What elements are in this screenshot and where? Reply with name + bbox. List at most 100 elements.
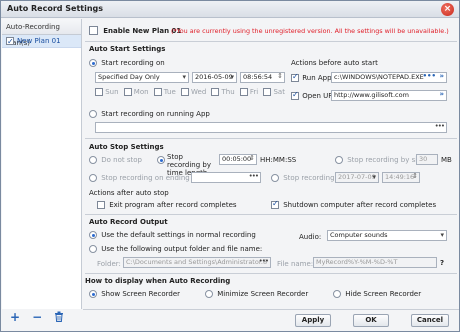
shutdown-checkbox[interactable] <box>271 199 279 209</box>
audio-select[interactable]: Computer sounds <box>327 230 447 241</box>
open-url-input[interactable]: http://www.gilisoft.com» <box>331 90 447 101</box>
running-app-input[interactable]: ••• <box>95 122 447 133</box>
weekday-checkboxes: Sun Mon Tue Wed Thu Fri Sat <box>95 88 285 96</box>
day-wed[interactable]: Wed <box>180 88 206 96</box>
day-tue[interactable]: Tue <box>153 88 176 96</box>
exit-program-option[interactable]: Exit program after record completes <box>97 201 237 209</box>
plan-list-panel: Auto-Recording Plan(s) New Plan 01 + − <box>2 19 82 324</box>
start-on-app-radio[interactable] <box>89 110 97 118</box>
use-default-output-label: Use the default settings in normal recor… <box>101 231 256 239</box>
stop-on-date-radio[interactable] <box>271 174 279 182</box>
actions-after-stop-title: Actions after auto stop <box>89 189 169 197</box>
show-recorder-radio[interactable] <box>89 290 97 298</box>
start-date-picker[interactable]: 2016-05-09 <box>192 72 237 83</box>
apply-button[interactable]: Apply <box>295 314 331 327</box>
stop-by-size-option[interactable]: Stop recording by size <box>335 156 425 164</box>
start-on-app-option[interactable]: Start recording on running App <box>89 110 210 118</box>
output-folder-input[interactable]: C:\Documents and Settings\Administrator.… <box>123 257 271 268</box>
plan-list-toolbar: + − <box>2 309 82 325</box>
day-sun[interactable]: Sun <box>95 88 119 96</box>
hide-recorder-radio[interactable] <box>333 290 341 298</box>
ending-app-input[interactable]: ••• <box>191 172 261 183</box>
size-input[interactable]: 30 <box>416 154 438 165</box>
remove-plan-icon[interactable]: − <box>32 310 42 324</box>
exit-program-label: Exit program after record completes <box>109 201 237 209</box>
hide-recorder-option[interactable]: Hide Screen Recorder <box>333 290 421 298</box>
cancel-button[interactable]: Cancel <box>411 314 449 327</box>
run-app-path-input[interactable]: c:\WINDOWS\NOTEPAD.EXE •••» <box>331 72 447 83</box>
start-on-app-label: Start recording on running App <box>101 110 210 118</box>
divider <box>85 138 457 139</box>
enable-plan-row: Enable New Plan 01 <box>89 26 181 35</box>
plan-enabled-checkbox[interactable] <box>6 35 14 48</box>
run-app-option[interactable]: Run App <box>291 72 332 82</box>
use-default-output-radio[interactable] <box>89 231 97 239</box>
minimize-recorder-option[interactable]: Minimize Screen Recorder <box>205 290 308 298</box>
output-section-title: Auto Record Output <box>89 218 168 226</box>
unregistered-warning: (*You are currently using the unregister… <box>171 27 449 35</box>
minimize-recorder-label: Minimize Screen Recorder <box>217 290 309 298</box>
add-plan-icon[interactable]: + <box>10 310 20 324</box>
open-url-checkbox[interactable] <box>291 90 299 100</box>
auto-start-section-title: Auto Start Settings <box>89 45 166 53</box>
stop-ending-app-radio[interactable] <box>89 174 97 182</box>
day-thu[interactable]: Thu <box>211 88 235 96</box>
time-length-input[interactable]: 00:05:00 <box>219 154 257 165</box>
footer-divider <box>83 309 459 310</box>
browse-run-app-icon[interactable]: ••• <box>423 73 436 81</box>
use-following-output-label: Use the following output folder and file… <box>101 245 263 253</box>
do-not-stop-radio[interactable] <box>89 156 97 164</box>
show-recorder-label: Show Screen Recorder <box>101 290 181 298</box>
title-bar: Auto Record Settings × <box>1 1 459 18</box>
start-recording-on-option[interactable]: Start recording on <box>89 59 165 67</box>
exit-program-checkbox[interactable] <box>97 201 105 209</box>
stop-by-size-radio[interactable] <box>335 156 343 164</box>
size-unit-label: MB <box>441 156 452 164</box>
start-recording-on-label: Start recording on <box>101 59 165 67</box>
hide-recorder-label: Hide Screen Recorder <box>345 290 422 298</box>
delete-plan-icon[interactable] <box>54 311 64 324</box>
audio-label: Audio: <box>299 233 322 241</box>
stop-by-time-option[interactable] <box>157 156 165 164</box>
auto-stop-section-title: Auto Stop Settings <box>89 143 164 151</box>
shutdown-option[interactable]: Shutdown computer after record completes <box>271 199 436 209</box>
open-url-go-icon[interactable]: » <box>439 91 444 99</box>
show-recorder-option[interactable]: Show Screen Recorder <box>89 290 180 298</box>
run-app-go-icon[interactable]: » <box>439 73 444 81</box>
folder-label: Folder: <box>97 260 121 268</box>
stop-ending-app-option[interactable]: Stop recording on ending App <box>89 174 206 182</box>
ok-button[interactable]: OK <box>353 314 389 327</box>
day-sat[interactable]: Sat <box>263 88 285 96</box>
day-mon[interactable]: Mon <box>123 88 149 96</box>
do-not-stop-option[interactable]: Do not stop <box>89 156 142 164</box>
start-time-input[interactable]: 08:56:54 <box>240 72 285 83</box>
use-following-output-radio[interactable] <box>89 245 97 253</box>
stop-time-input[interactable]: 14:49:16 <box>382 172 420 183</box>
browse-folder-icon[interactable]: ••• <box>259 258 269 266</box>
stop-date-picker[interactable]: 2017-07-09 <box>335 172 379 183</box>
plan-item-label: New Plan 01 <box>17 36 61 45</box>
close-icon[interactable]: × <box>441 3 454 16</box>
stop-by-size-label: Stop recording by size <box>347 156 426 164</box>
plan-list-header: Auto-Recording Plan(s) <box>2 19 81 47</box>
browse-app-icon[interactable]: ••• <box>435 123 445 131</box>
use-following-output-option[interactable]: Use the following output folder and file… <box>89 245 262 253</box>
divider <box>85 273 457 274</box>
run-app-label: Run App <box>302 74 332 82</box>
enable-plan-label: Enable New Plan 01 <box>103 26 182 35</box>
filename-input[interactable]: MyRecord%Y-%M-%D-%T <box>313 257 437 268</box>
start-recording-on-radio[interactable] <box>89 59 97 67</box>
divider <box>85 214 457 215</box>
stop-ending-app-label: Stop recording on ending App <box>101 174 206 182</box>
schedule-select[interactable]: Specified Day Only <box>95 72 189 83</box>
day-fri[interactable]: Fri <box>239 88 258 96</box>
minimize-recorder-radio[interactable] <box>205 290 213 298</box>
filename-help-icon[interactable]: ? <box>440 259 444 267</box>
display-section-title: How to display when Auto Recording <box>85 277 231 285</box>
use-default-output-option[interactable]: Use the default settings in normal recor… <box>89 231 256 239</box>
time-format-label: HH:MM:SS <box>260 156 297 164</box>
run-app-checkbox[interactable] <box>291 72 299 82</box>
enable-plan-checkbox[interactable] <box>89 26 98 35</box>
stop-by-time-radio[interactable] <box>157 156 165 164</box>
browse-ending-app-icon[interactable]: ••• <box>249 173 259 181</box>
